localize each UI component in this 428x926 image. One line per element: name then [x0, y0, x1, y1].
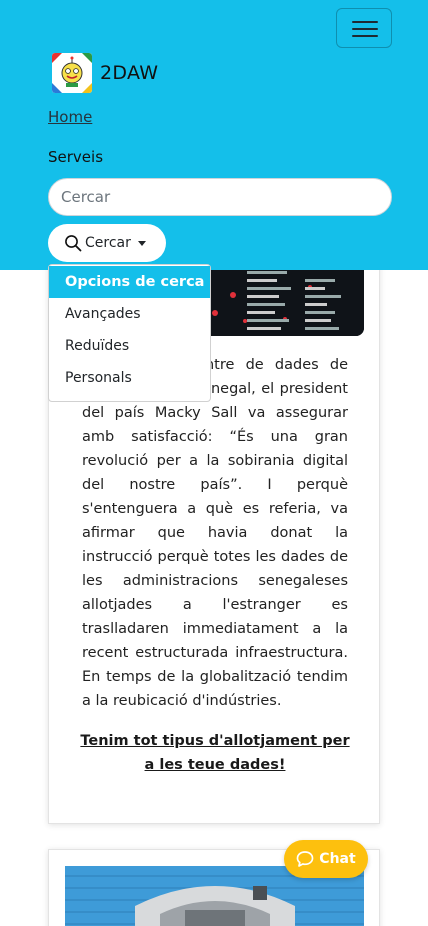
search-input[interactable] [48, 178, 392, 216]
menu-item-personal[interactable]: Personals [49, 362, 210, 394]
site-header: 2DAW Home Serveis Cercar [0, 0, 428, 270]
brand-name: 2DAW [100, 62, 159, 84]
search-options-menu: Opcions de cerca Avançades Reduïdes Pers… [48, 264, 211, 402]
navbar-toggle-button[interactable] [336, 8, 392, 48]
menu-item-advanced[interactable]: Avançades [49, 298, 210, 330]
menu-item-reduced[interactable]: Reduïdes [49, 330, 210, 362]
breadcrumb-current: Serveis [48, 148, 104, 166]
chat-label: Chat [319, 851, 356, 867]
hosting-cta-link[interactable]: Tenim tot tipus d'allotjament per a les … [79, 729, 351, 777]
breadcrumb-home-link[interactable]: Home [48, 108, 92, 126]
search-button-label: Cercar [85, 235, 131, 251]
card-body-text: Inaugurar el centre de dades de Diamniad… [82, 357, 348, 709]
caret-down-icon [137, 241, 146, 246]
search-icon [65, 235, 82, 252]
search-dropdown-button[interactable]: Cercar [48, 224, 166, 262]
chat-bubble-icon [296, 851, 314, 867]
brand-link[interactable]: 2DAW [52, 53, 158, 93]
menu-item-search-options[interactable]: Opcions de cerca [49, 266, 210, 298]
chat-button[interactable]: Chat [284, 840, 368, 878]
robot-logo-icon [52, 53, 92, 93]
hamburger-menu-icon [352, 21, 378, 23]
